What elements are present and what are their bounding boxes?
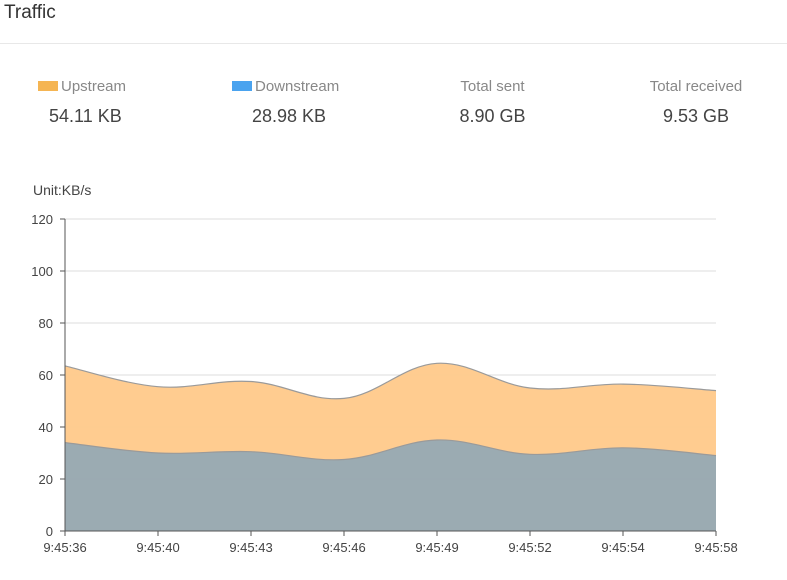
total-sent-label: Total sent (460, 77, 525, 95)
downstream-value: 28.98 KB (252, 106, 327, 126)
y-tick-label: 80 (39, 316, 53, 331)
upstream-swatch (38, 81, 58, 91)
x-tick-label: 9:45:36 (43, 540, 86, 555)
y-tick-label: 0 (46, 524, 53, 539)
upstream-value: 54.11 KB (49, 106, 122, 126)
y-tick-label: 60 (39, 368, 53, 383)
total-received-label: Total received (649, 77, 743, 95)
chart-unit-label: Unit:KB/s (33, 182, 92, 198)
downstream-legend[interactable]: Downstream (232, 76, 402, 96)
y-tick-label: 40 (39, 420, 53, 435)
title-divider (0, 43, 787, 44)
x-tick-label: 9:45:58 (694, 540, 737, 555)
upstream-stat: Upstream 54.11 KB (38, 76, 208, 127)
downstream-label: Downstream (255, 77, 340, 95)
y-tick-label: 20 (39, 472, 53, 487)
upstream-legend[interactable]: Upstream (38, 76, 208, 96)
traffic-chart: 0 20 40 60 80 100 120 9:45:36 9:45:40 9:45:43 9:45… (31, 212, 737, 555)
total-sent-stat: Total sent 8.90 GB (420, 76, 565, 127)
panel-title: Traffic (4, 2, 56, 23)
x-tick-label: 9:45:52 (508, 540, 551, 555)
total-received-value: 9.53 GB (662, 106, 730, 126)
x-tick-label: 9:45:40 (136, 540, 179, 555)
y-tick-label: 100 (31, 264, 53, 279)
x-tick-label: 9:45:46 (322, 540, 365, 555)
x-tick-label: 9:45:43 (229, 540, 272, 555)
upstream-label: Upstream (61, 77, 127, 95)
x-tick-label: 9:45:54 (601, 540, 644, 555)
total-received-stat: Total received 9.53 GB (625, 76, 767, 127)
downstream-swatch (232, 81, 252, 91)
y-tick-label: 120 (31, 212, 53, 227)
downstream-stat: Downstream 28.98 KB (232, 76, 402, 127)
total-sent-value: 8.90 GB (459, 106, 526, 126)
x-tick-label: 9:45:49 (415, 540, 458, 555)
